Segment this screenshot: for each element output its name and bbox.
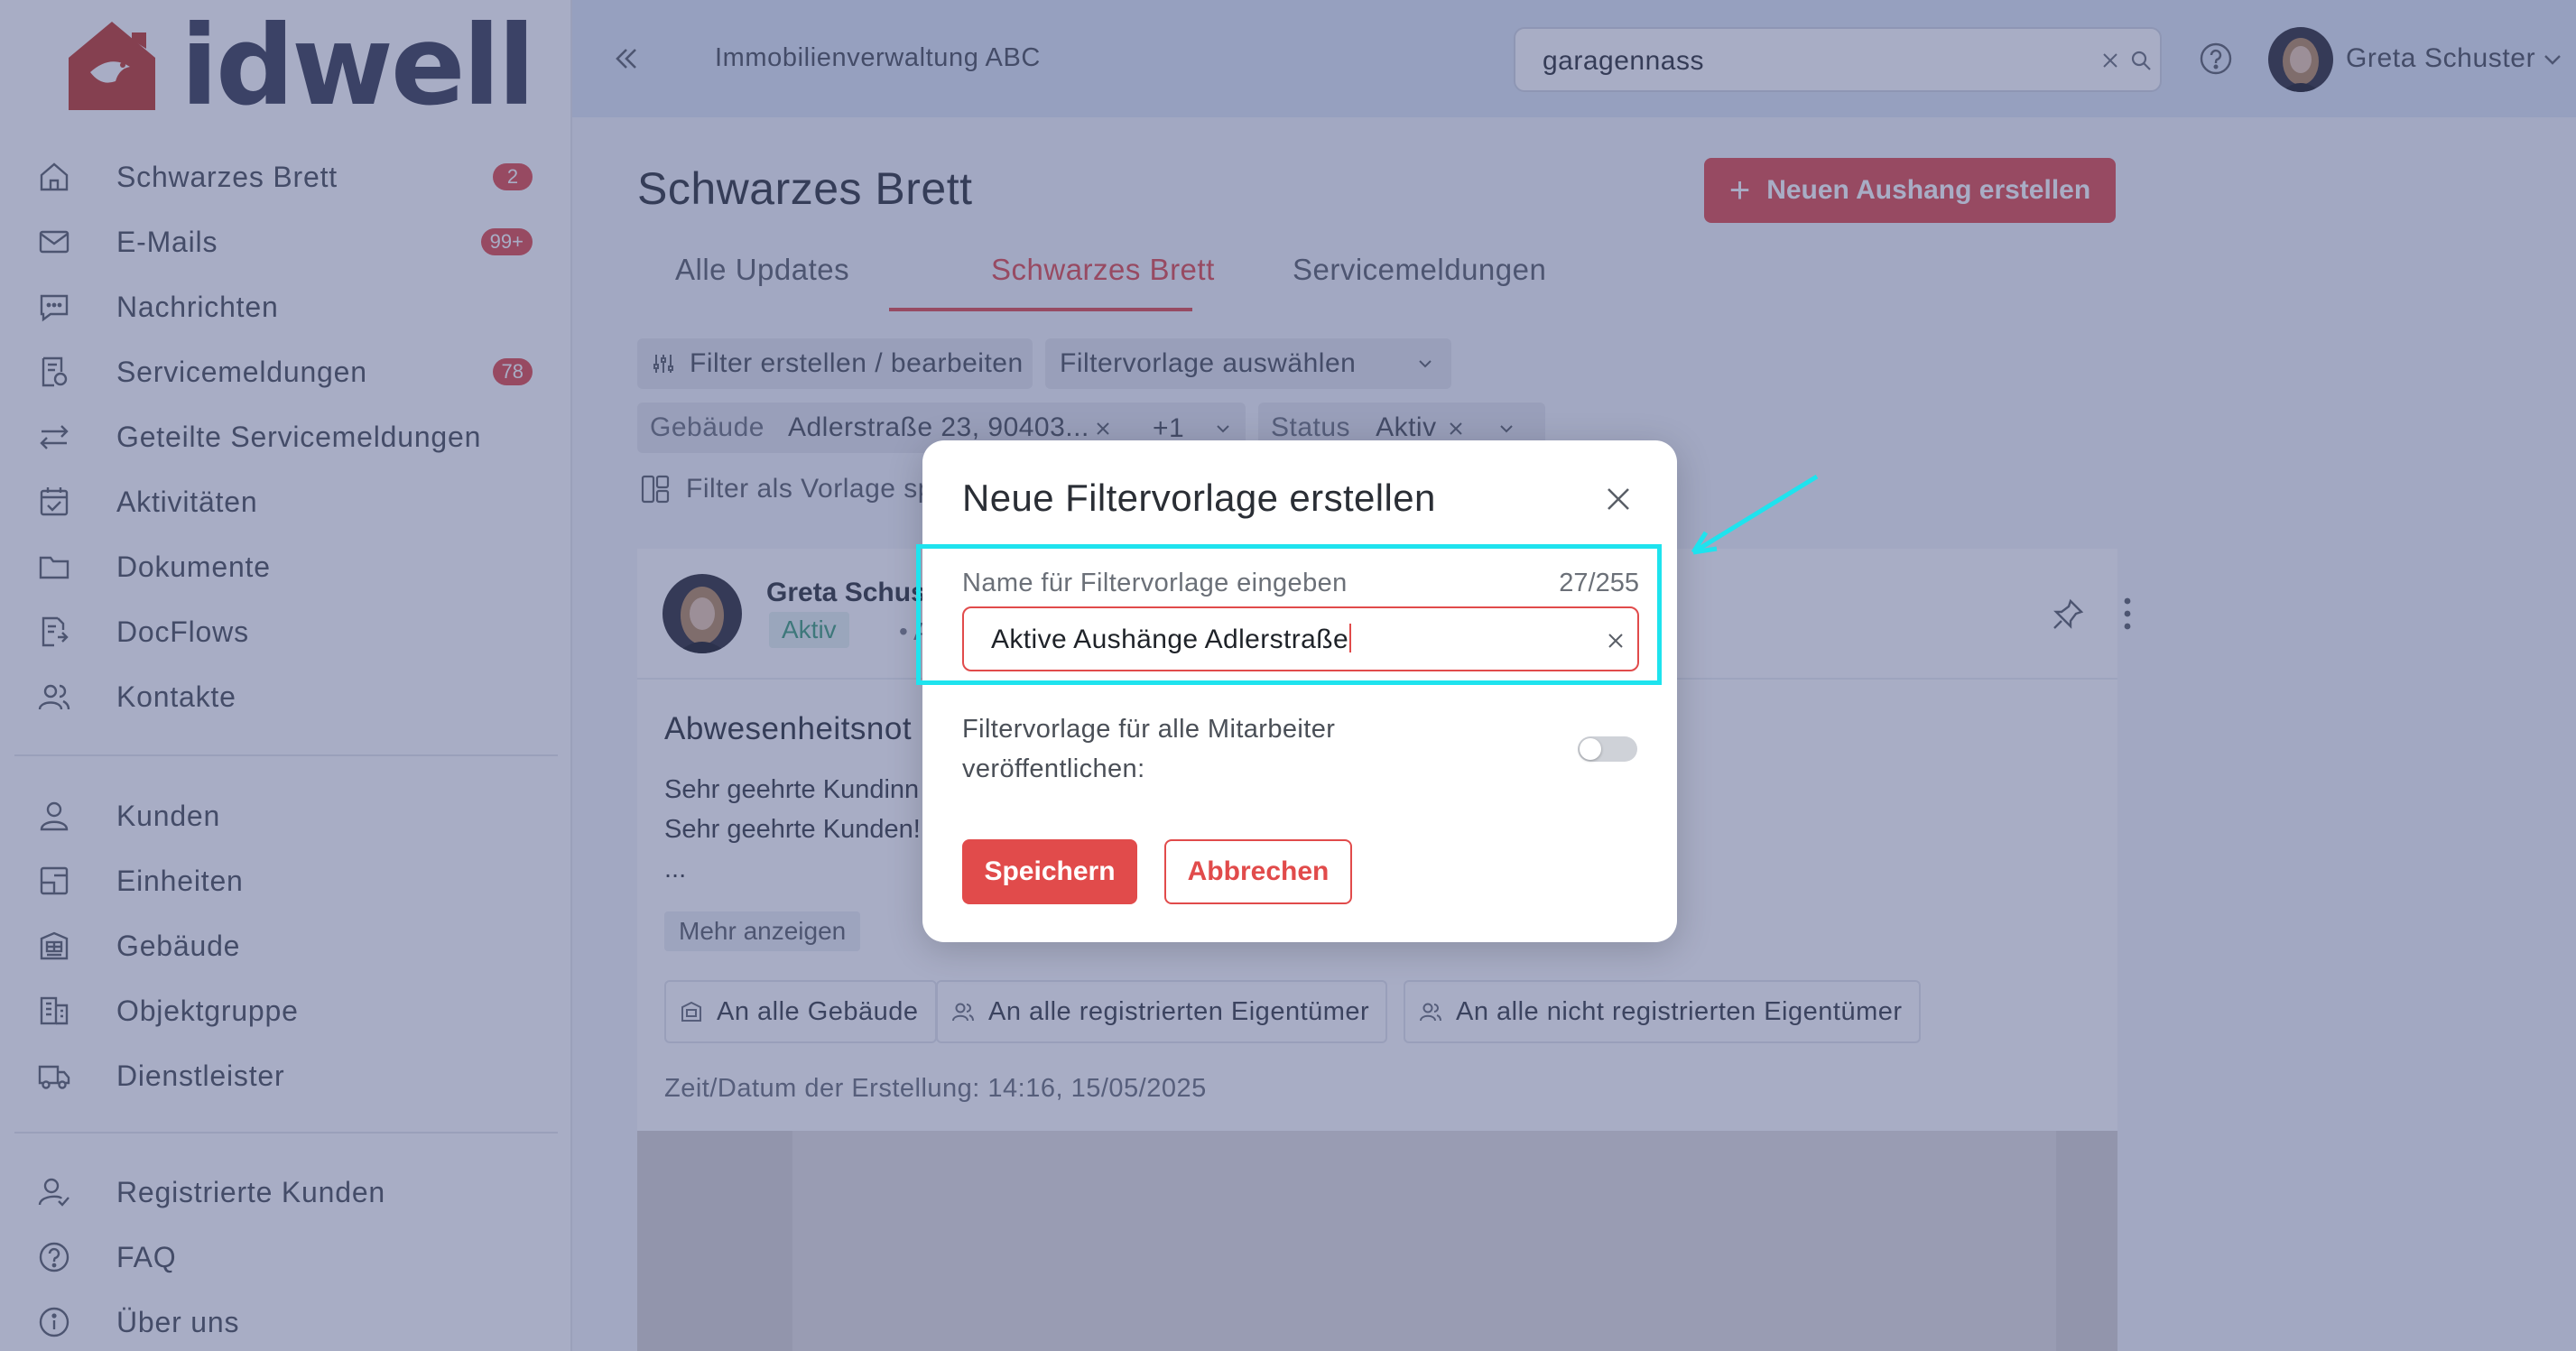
cancel-button[interactable]: Abbrechen [1164, 839, 1352, 904]
dialog-title: Neue Filtervorlage erstellen [962, 477, 1436, 519]
publish-for-all-toggle[interactable] [1578, 736, 1637, 762]
toggle-knob [1580, 738, 1601, 760]
publish-for-all-label: Filtervorlage für alle Mitarbeiter veröf… [962, 715, 1336, 783]
new-filter-template-dialog: Neue Filtervorlage erstellen Name für Fi… [922, 440, 1677, 942]
save-button[interactable]: Speichern [962, 839, 1137, 904]
annotation-arrow-icon [1691, 474, 1819, 555]
annotation-highlight-box [916, 544, 1662, 685]
close-icon[interactable] [1603, 484, 1634, 514]
